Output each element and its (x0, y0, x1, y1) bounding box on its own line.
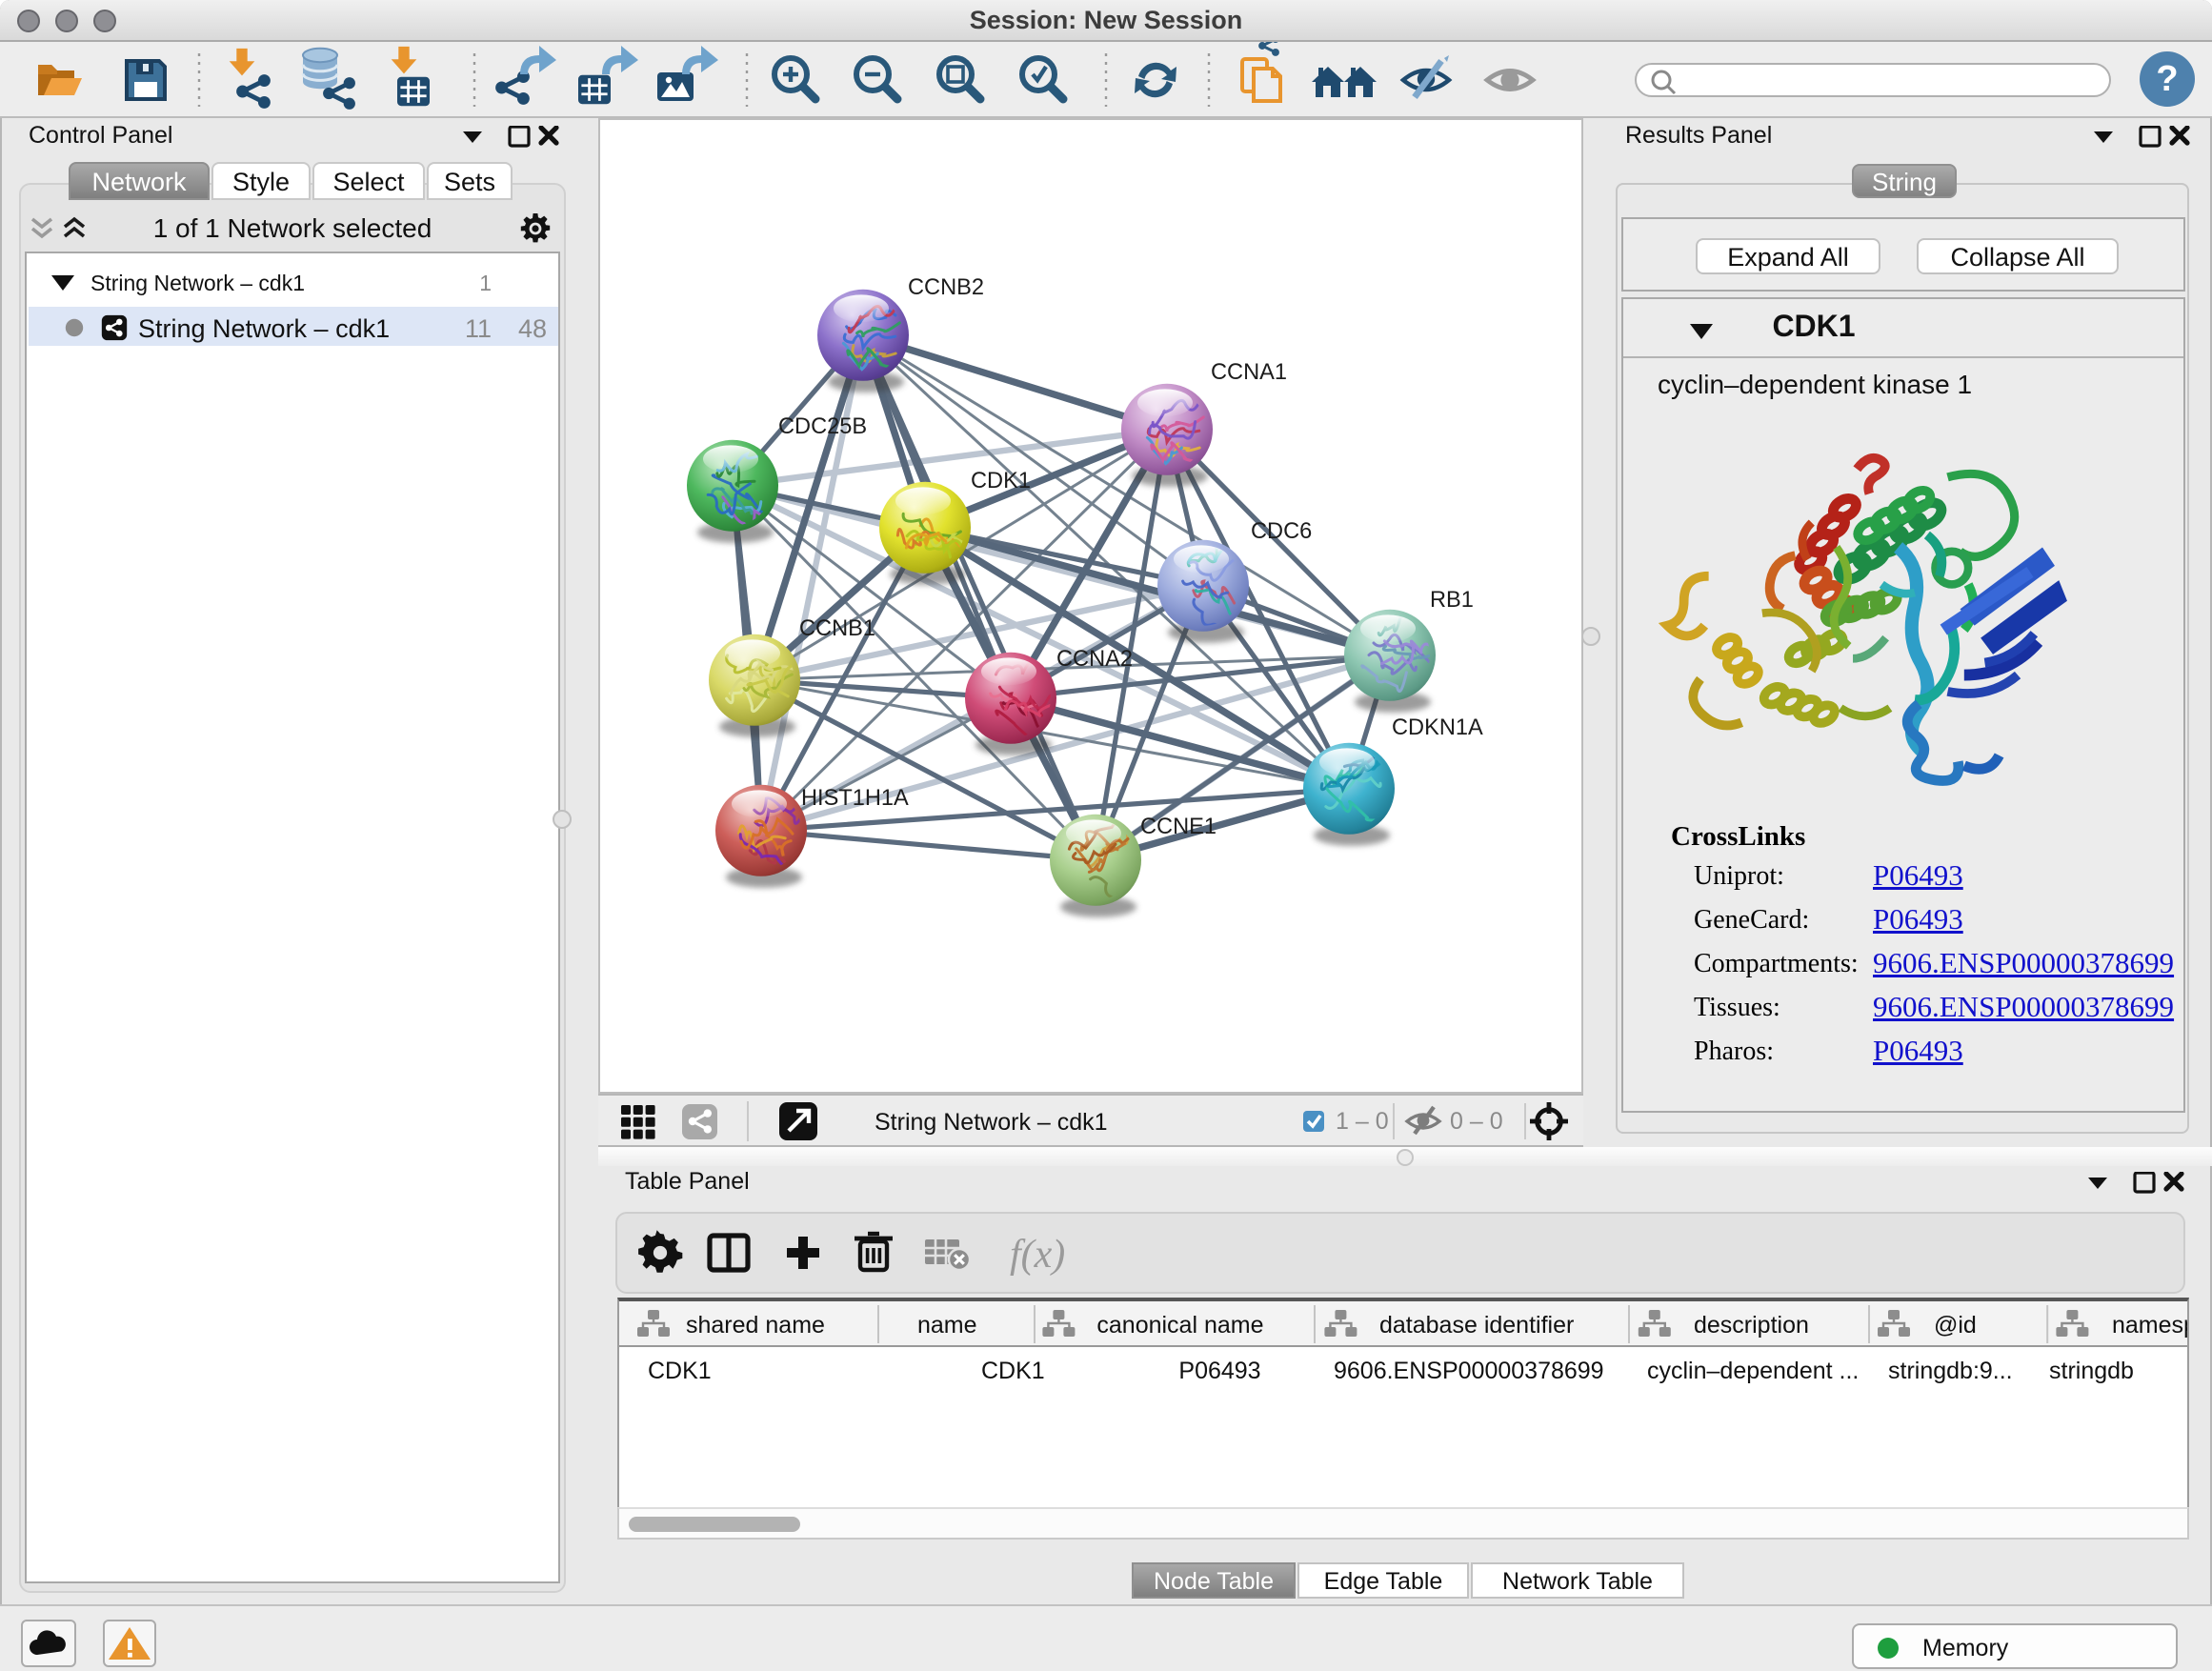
svg-text:P06493: P06493 (1178, 1358, 1260, 1384)
svg-text:database identifier: database identifier (1379, 1312, 1574, 1339)
svg-text:CDK1: CDK1 (648, 1358, 712, 1384)
svg-text:description: description (1694, 1312, 1809, 1339)
svg-text:shared name: shared name (686, 1312, 825, 1339)
svg-text:canonical name: canonical name (1096, 1312, 1263, 1339)
svg-text:name: name (917, 1312, 977, 1339)
svg-text:0 – 0: 0 – 0 (1450, 1108, 1503, 1135)
svg-text:HIST1H1A: HIST1H1A (801, 786, 909, 811)
svg-text:9606.ENSP00000378699: 9606.ENSP00000378699 (1334, 1358, 1604, 1384)
svg-text:stringdb:9...: stringdb:9... (1888, 1358, 2013, 1384)
svg-text:CCNB1: CCNB1 (799, 616, 875, 641)
svg-text:String Network – cdk1: String Network – cdk1 (875, 1109, 1108, 1136)
svg-text:CCNB2: CCNB2 (908, 275, 984, 300)
svg-text:cyclin–dependent ...: cyclin–dependent ... (1647, 1358, 1859, 1384)
svg-text:RB1: RB1 (1430, 588, 1474, 613)
svg-text:stringdb: stringdb (2049, 1358, 2134, 1384)
svg-text:CCNA2: CCNA2 (1056, 647, 1133, 672)
svg-text:CDC25B: CDC25B (778, 414, 867, 439)
svg-text:CDK1: CDK1 (981, 1358, 1045, 1384)
svg-text:namespace: namespace (2112, 1312, 2187, 1339)
svg-text:@id: @id (1934, 1312, 1977, 1339)
svg-text:CDC6: CDC6 (1251, 519, 1312, 544)
svg-text:CCNE1: CCNE1 (1140, 815, 1217, 839)
svg-text:CDKN1A: CDKN1A (1392, 715, 1483, 740)
svg-text:1 – 0: 1 – 0 (1336, 1108, 1389, 1135)
svg-text:CDK1: CDK1 (971, 469, 1031, 493)
svg-text:f(x): f(x) (1010, 1233, 1065, 1277)
svg-text:CCNA1: CCNA1 (1211, 360, 1287, 385)
